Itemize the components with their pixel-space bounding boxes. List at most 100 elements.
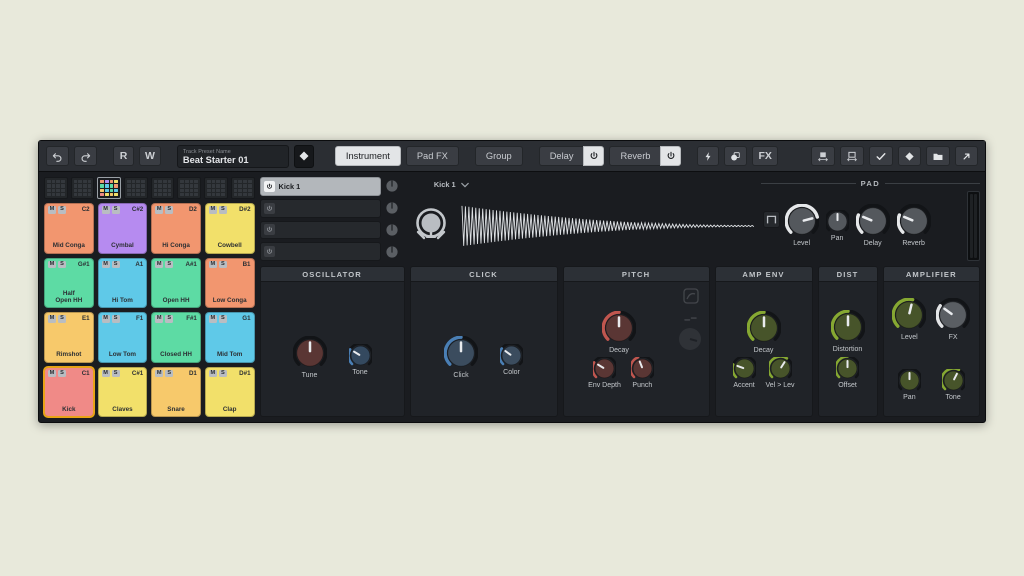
track-preset-field[interactable]: Track Preset Name Beat Starter 01 [176, 144, 289, 168]
pad-bank-2[interactable] [70, 177, 95, 199]
layer-slot-2[interactable] [259, 198, 381, 218]
pad-open-hh[interactable]: M S A#1 Open HH [151, 257, 201, 308]
pad-solo-button[interactable]: S [218, 206, 227, 214]
knob-color[interactable]: Color [500, 344, 524, 376]
diamond-icon[interactable] [898, 146, 921, 166]
knob-punch[interactable]: Punch [630, 356, 654, 389]
pad-mute-button[interactable]: M [101, 369, 110, 377]
pad-bank-4[interactable] [124, 177, 148, 199]
knob-accent[interactable]: Accent [732, 356, 756, 389]
reverb-power-button[interactable] [660, 146, 682, 166]
pad-snare[interactable]: M S D1 Snare [151, 366, 201, 417]
layer-volume-knob[interactable] [385, 223, 399, 237]
pad-kick[interactable]: M S C1 Kick [43, 365, 95, 418]
layer-slot-1[interactable]: Kick 1 [259, 177, 381, 196]
tab-pad-fx[interactable]: Pad FX [405, 146, 459, 166]
knob-offset[interactable]: Offset [836, 357, 860, 389]
pad-solo-button[interactable]: S [111, 369, 120, 377]
expand-icon[interactable] [955, 146, 978, 166]
pad-solo-button[interactable]: S [165, 260, 174, 268]
knob-distortion[interactable]: Distortion [830, 310, 865, 353]
delay-power-button[interactable] [583, 146, 605, 166]
knob-pan[interactable]: Pan [825, 209, 849, 242]
undo-button[interactable] [46, 146, 69, 166]
pad-solo-button[interactable]: S [111, 206, 120, 214]
layer-slot-3[interactable] [259, 220, 381, 240]
delay-button[interactable]: Delay [538, 146, 584, 166]
pad-mute-button[interactable]: M [208, 260, 217, 268]
pad-clap[interactable]: M S D#1 Clap [204, 366, 255, 417]
pad-mute-button[interactable]: M [48, 369, 56, 377]
macro-icon[interactable] [724, 146, 748, 166]
pad-cymbal[interactable]: M S C#2 Cymbal [97, 203, 148, 254]
layer-volume-knob[interactable] [385, 179, 399, 193]
pad-closed-hh[interactable]: M S F#1 Closed HH [151, 312, 201, 363]
pad-mute-button[interactable]: M [48, 315, 56, 323]
layer-power-button[interactable] [263, 180, 275, 192]
knob-vel-lev[interactable]: Vel > Lev [766, 356, 795, 389]
pad-mute-button[interactable]: M [48, 206, 56, 214]
tab-instrument[interactable]: Instrument [334, 146, 401, 166]
pad-bank-5[interactable] [150, 177, 175, 199]
pad-mute-button[interactable]: M [101, 315, 110, 323]
read-automation-button[interactable]: R [113, 146, 134, 166]
folder-icon[interactable] [926, 146, 950, 166]
knob-delay[interactable]: Delay [855, 204, 890, 247]
redo-button[interactable] [74, 146, 97, 166]
pad-solo-button[interactable]: S [111, 260, 120, 268]
reverb-button[interactable]: Reverb [609, 146, 661, 166]
pad-bank-1[interactable] [44, 177, 68, 199]
pad-claves[interactable]: M S C#1 Claves [97, 366, 148, 417]
pad-low-conga[interactable]: M S B1 Low Conga [204, 257, 255, 308]
pad-mute-button[interactable]: M [155, 369, 164, 377]
knob-decay[interactable]: Decay [602, 310, 637, 354]
pad-mute-button[interactable]: M [101, 260, 110, 268]
knob-tone[interactable]: Tone [941, 369, 965, 401]
knob-decay[interactable]: Decay [746, 310, 781, 354]
pad-mute-button[interactable]: M [101, 206, 110, 214]
pad-solo-button[interactable]: S [58, 206, 66, 214]
pad-bank-6[interactable] [177, 177, 202, 199]
pad-mute-button[interactable]: M [155, 206, 164, 214]
layer-power-button[interactable] [263, 202, 275, 214]
knob-level[interactable]: Level [892, 298, 927, 341]
knob-reverb[interactable]: Reverb [896, 204, 931, 247]
fit-width-icon[interactable] [811, 146, 835, 166]
layer-slot-4[interactable] [259, 242, 381, 261]
pad-low-tom[interactable]: M S F1 Low Tom [97, 312, 148, 363]
knob-fx[interactable]: FX [936, 298, 971, 341]
pad-solo-button[interactable]: S [218, 369, 227, 377]
pad-solo-button[interactable]: S [58, 369, 66, 377]
pad-solo-button[interactable]: S [111, 315, 120, 323]
pad-half-open-hh[interactable]: M S G#1 Half Open HH [44, 257, 94, 308]
knob-tune[interactable]: Tune [292, 335, 327, 379]
knob-env-depth[interactable]: Env Depth [588, 356, 621, 389]
pad-mid-conga[interactable]: M S C2 Mid Conga [44, 203, 94, 254]
waveform-display[interactable] [460, 203, 756, 249]
pad-solo-button[interactable]: S [165, 315, 174, 323]
pad-rimshot[interactable]: M S E1 Rimshot [44, 312, 94, 363]
pad-bank-selector[interactable] [44, 177, 255, 199]
kick-drum-icon[interactable] [410, 205, 452, 247]
pad-mute-button[interactable]: M [208, 369, 217, 377]
pad-solo-button[interactable]: S [58, 315, 66, 323]
pad-solo-button[interactable]: S [165, 369, 174, 377]
knob-level[interactable]: Level [784, 204, 819, 247]
pad-solo-button[interactable]: S [218, 315, 227, 323]
square-wave-icon[interactable] [762, 211, 780, 228]
layer-volume-knob[interactable] [385, 201, 399, 215]
preset-diamond-icon[interactable] [293, 144, 314, 168]
pad-mid-tom[interactable]: M S G1 Mid Tom [204, 312, 255, 363]
pad-mute-button[interactable]: M [155, 315, 164, 323]
pad-solo-button[interactable]: S [165, 206, 174, 214]
pad-bank-8[interactable] [230, 177, 255, 199]
knob-pan[interactable]: Pan [897, 369, 921, 401]
layer-power-button[interactable] [263, 224, 275, 236]
lightning-icon[interactable] [697, 146, 720, 166]
pad-solo-button[interactable]: S [58, 260, 66, 268]
pad-hi-conga[interactable]: M S D2 Hi Conga [151, 203, 201, 254]
layer-volume-knob[interactable] [385, 245, 399, 259]
fx-button[interactable]: FX [752, 146, 778, 166]
tab-group[interactable]: Group [474, 146, 523, 166]
pad-cowbell[interactable]: M S D#2 Cowbell [204, 203, 255, 254]
